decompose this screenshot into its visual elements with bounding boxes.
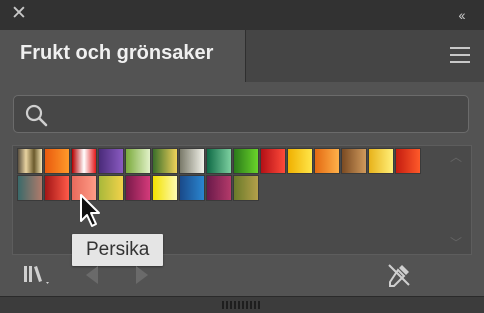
gradient-swatch[interactable] bbox=[152, 148, 178, 174]
tab-label: Frukt och grönsaker bbox=[20, 42, 214, 64]
search-input[interactable] bbox=[54, 102, 458, 128]
collapse-panel-icon[interactable]: ‹‹ bbox=[450, 4, 472, 26]
tab-frukt-och-gronsaker[interactable]: Frukt och grönsaker bbox=[0, 30, 246, 82]
gradient-swatch[interactable] bbox=[206, 148, 232, 174]
panel-menu-icon[interactable] bbox=[450, 47, 470, 63]
gradient-swatch[interactable] bbox=[314, 148, 340, 174]
gradient-swatch[interactable] bbox=[44, 148, 70, 174]
gradient-swatch[interactable] bbox=[179, 148, 205, 174]
gradient-library-panel: ✕ ‹‹ Frukt och grönsaker ︿ ﹀ Persika bbox=[0, 0, 484, 313]
gradient-swatch[interactable] bbox=[260, 148, 286, 174]
mouse-cursor-icon bbox=[80, 194, 100, 227]
resize-grip-icon[interactable] bbox=[222, 301, 262, 309]
gradient-swatch[interactable] bbox=[71, 148, 97, 174]
panel-titlebar: ✕ ‹‹ bbox=[0, 0, 484, 30]
next-library-icon[interactable] bbox=[132, 264, 152, 286]
panel-resize-bar[interactable] bbox=[0, 296, 484, 313]
swatch-tooltip: Persika bbox=[72, 234, 164, 266]
gradient-swatch[interactable] bbox=[17, 175, 43, 201]
gradient-swatch[interactable] bbox=[98, 148, 124, 174]
gradient-swatch[interactable] bbox=[125, 175, 151, 201]
gradient-swatch[interactable] bbox=[206, 175, 232, 201]
scroll-down-icon[interactable]: ﹀ bbox=[449, 237, 463, 249]
search-icon bbox=[25, 104, 48, 127]
gradient-swatch[interactable] bbox=[233, 175, 259, 201]
gradient-swatch[interactable] bbox=[368, 148, 394, 174]
gradient-swatch[interactable] bbox=[17, 148, 43, 174]
gradient-swatch[interactable] bbox=[341, 148, 367, 174]
eyedropper-icon[interactable] bbox=[386, 262, 412, 288]
close-icon[interactable]: ✕ bbox=[9, 3, 29, 25]
swatch-libraries-menu-icon[interactable] bbox=[22, 262, 58, 288]
scroll-up-icon[interactable]: ︿ bbox=[449, 151, 463, 163]
search-field[interactable] bbox=[13, 95, 469, 133]
gradient-swatch[interactable] bbox=[44, 175, 70, 201]
gradient-swatch[interactable] bbox=[233, 148, 259, 174]
previous-library-icon[interactable] bbox=[82, 264, 102, 286]
tab-strip: Frukt och grönsaker bbox=[0, 30, 484, 82]
gradient-swatch[interactable] bbox=[395, 148, 421, 174]
gradient-swatch[interactable] bbox=[179, 175, 205, 201]
gradient-swatch[interactable] bbox=[152, 175, 178, 201]
gradient-swatch[interactable] bbox=[125, 148, 151, 174]
gradient-swatch[interactable] bbox=[287, 148, 313, 174]
